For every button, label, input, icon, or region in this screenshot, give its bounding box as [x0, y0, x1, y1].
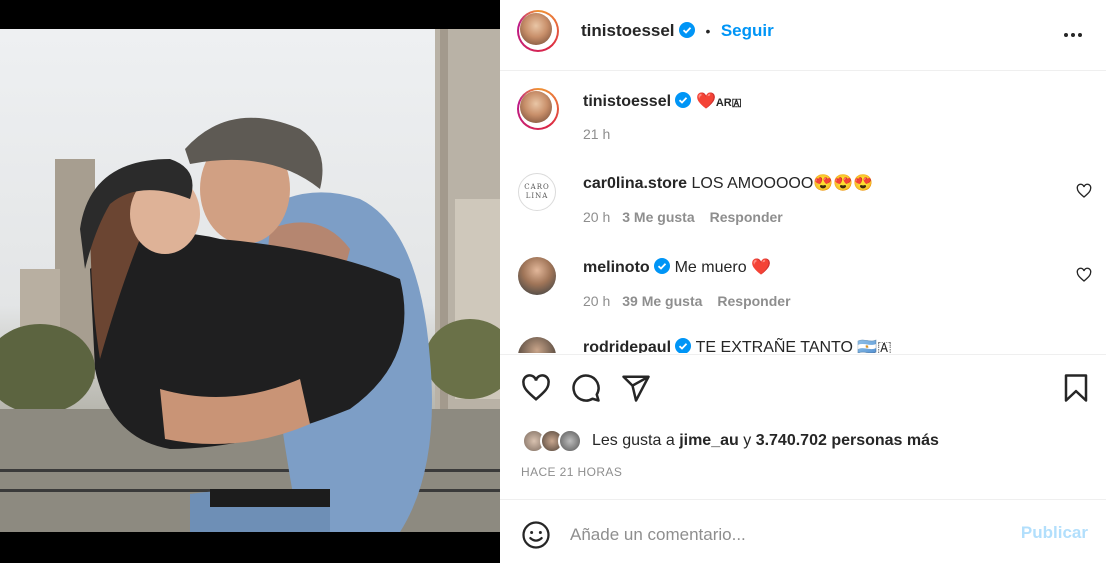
likes-user[interactable]: jime_au	[679, 432, 739, 449]
likes-count[interactable]: 3.740.702 personas más	[756, 432, 939, 449]
post-photo[interactable]	[0, 29, 500, 532]
caption-text: AR🇦	[715, 97, 742, 109]
post-panel: tinistoessel • Seguir tinistoessel ❤️AR🇦…	[500, 0, 1106, 563]
caption-username[interactable]: tinistoessel	[583, 93, 671, 110]
caption-heart-emoji: ❤️	[695, 93, 716, 110]
comment-item: rodridepaul TE EXTRAÑE TANTO 🇦🇷🇦	[518, 337, 1098, 353]
likes-prefix: Les gusta a	[592, 432, 675, 449]
comment-meta: 20 h 39 Me gusta Responder	[583, 293, 791, 309]
comment-input[interactable]	[570, 521, 990, 549]
comment-avatar[interactable]	[518, 337, 556, 353]
author-avatar[interactable]	[517, 10, 559, 52]
caption-body: tinistoessel ❤️AR🇦	[583, 91, 1063, 114]
reply-button[interactable]: Responder	[710, 209, 783, 225]
comment-avatar[interactable]	[518, 257, 556, 295]
comment-text: Me muero ❤️	[674, 259, 771, 276]
more-options-icon[interactable]	[1060, 22, 1086, 48]
comment-body: melinoto Me muero ❤️	[583, 257, 1063, 279]
comment-like-heart-icon[interactable]	[1076, 183, 1092, 199]
likes-middle: y	[743, 432, 752, 449]
publish-button[interactable]: Publicar	[1021, 523, 1088, 543]
comment-item: CARO LINA car0lina.store LOS AMOOOOO😍😍😍 …	[518, 173, 1098, 233]
comment-item: melinoto Me muero ❤️ 20 h 39 Me gusta Resp…	[518, 257, 1098, 317]
comment-time[interactable]: 20 h	[583, 209, 610, 225]
comment-username[interactable]: melinoto	[583, 259, 650, 276]
likes-text: Les gusta a jime_au y 3.740.702 personas…	[592, 432, 939, 450]
emoji-icon[interactable]	[521, 520, 551, 550]
comment-meta: 20 h 3 Me gusta Responder	[583, 209, 783, 225]
comment-username[interactable]: car0lina.store	[583, 175, 687, 192]
separator-dot: •	[705, 23, 711, 39]
share-icon[interactable]	[621, 373, 651, 403]
post-header: tinistoessel • Seguir	[500, 0, 1106, 71]
verified-badge-icon	[675, 92, 692, 108]
comment-time[interactable]: 20 h	[583, 293, 610, 309]
liker-avatars	[522, 429, 586, 453]
caption-avatar[interactable]	[517, 88, 559, 130]
verified-badge-icon	[679, 22, 695, 38]
verified-badge-icon	[675, 338, 692, 353]
comment-icon[interactable]	[571, 373, 601, 403]
post-media[interactable]	[0, 0, 500, 563]
comment-likes[interactable]: 3 Me gusta	[622, 209, 694, 225]
post-time-ago[interactable]: HACE 21 HORAS	[521, 465, 622, 479]
comment-likes[interactable]: 39 Me gusta	[622, 293, 702, 309]
comment-username[interactable]: rodridepaul	[583, 339, 671, 353]
comment-text: LOS AMOOOOO😍😍😍	[691, 175, 874, 192]
post-actions: Les gusta a jime_au y 3.740.702 personas…	[500, 354, 1106, 500]
author-username[interactable]: tinistoessel	[581, 21, 675, 40]
add-comment-bar: Publicar	[500, 501, 1106, 563]
follow-button[interactable]: Seguir	[721, 21, 774, 40]
post-photo-illustration	[0, 29, 500, 532]
comment-avatar[interactable]: CARO LINA	[518, 173, 556, 211]
caption: tinistoessel ❤️AR🇦 21 h	[517, 88, 1098, 149]
verified-badge-icon	[654, 258, 671, 274]
bookmark-icon[interactable]	[1061, 373, 1091, 403]
heart-icon[interactable]	[521, 373, 551, 403]
author-line: tinistoessel • Seguir	[581, 21, 774, 41]
comments-list[interactable]: tinistoessel ❤️AR🇦 21 h CARO LINA car0li…	[500, 71, 1106, 353]
caption-time: 21 h	[583, 126, 611, 142]
reply-button[interactable]: Responder	[717, 293, 790, 309]
comment-body: car0lina.store LOS AMOOOOO😍😍😍	[583, 173, 1063, 195]
comment-text: TE EXTRAÑE TANTO 🇦🇷🇦	[695, 339, 892, 353]
likes-summary[interactable]: Les gusta a jime_au y 3.740.702 personas…	[522, 427, 939, 455]
comment-body: rodridepaul TE EXTRAÑE TANTO 🇦🇷🇦	[583, 337, 1063, 353]
comment-like-heart-icon[interactable]	[1076, 267, 1092, 283]
